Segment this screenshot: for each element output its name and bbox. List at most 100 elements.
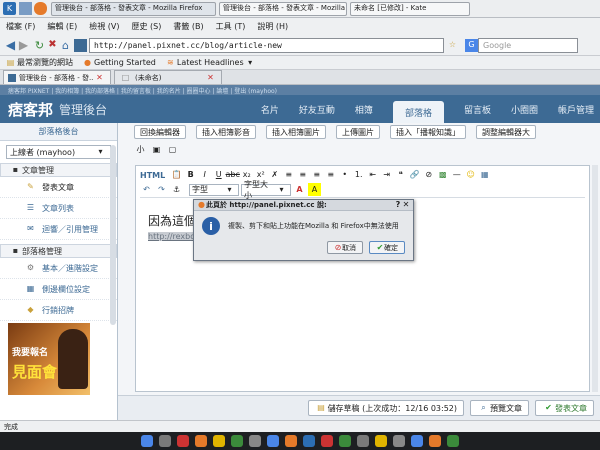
align-center-icon[interactable]: ≡ xyxy=(296,169,309,182)
redo-icon[interactable]: ↷ xyxy=(155,183,168,196)
image-icon[interactable]: ▩ xyxy=(436,169,449,182)
search-input[interactable]: Google xyxy=(478,37,578,53)
dock-icon[interactable] xyxy=(357,435,369,447)
anchor-icon[interactable]: ⚓ xyxy=(170,183,183,196)
dock-icon[interactable] xyxy=(393,435,405,447)
menu-tools[interactable]: 工具 (T) xyxy=(216,21,246,32)
menu-file[interactable]: 檔案 (F) xyxy=(6,21,35,32)
dock-icon[interactable] xyxy=(411,435,423,447)
section-article-management[interactable]: ▪ 文章管理 xyxy=(0,163,117,177)
unlink-icon[interactable]: ⊘ xyxy=(422,169,435,182)
numbered-list-icon[interactable]: 1. xyxy=(352,169,365,182)
dock-icon[interactable] xyxy=(249,435,261,447)
dock-icon[interactable] xyxy=(159,435,171,447)
ok-button[interactable]: ✔ 確定 xyxy=(369,241,405,254)
menu-view[interactable]: 檢視 (V) xyxy=(89,21,119,32)
firefox-launcher-icon[interactable] xyxy=(34,2,47,15)
site-logo[interactable]: 痞客邦 xyxy=(8,99,53,120)
outdent-icon[interactable]: ⇤ xyxy=(366,169,379,182)
forward-icon[interactable]: ▶ xyxy=(17,39,30,52)
dock-icon[interactable] xyxy=(447,435,459,447)
dock-icon[interactable] xyxy=(321,435,333,447)
indent-icon[interactable]: ⇥ xyxy=(380,169,393,182)
nav-groups[interactable]: 小圈圈 xyxy=(511,103,538,116)
sidebar-item-marketing[interactable]: ◆ 行銷招牌 xyxy=(0,300,117,321)
bookmark-most-visited[interactable]: 最常瀏覽的網站 xyxy=(17,57,73,68)
table-icon[interactable]: ▦ xyxy=(478,169,491,182)
dock-icon[interactable] xyxy=(231,435,243,447)
save-draft-button[interactable]: ▤ 儲存草稿 (上次成功：12/16 03:52) xyxy=(307,400,464,416)
nav-album[interactable]: 相簿 xyxy=(355,103,373,116)
search-engine-icon[interactable]: G xyxy=(465,38,478,52)
nav-guestbook[interactable]: 留言板 xyxy=(464,103,491,116)
menu-bookmarks[interactable]: 書籤 (B) xyxy=(173,21,203,32)
bg-color-icon[interactable]: A xyxy=(308,183,321,196)
close-tab-icon[interactable]: ✕ xyxy=(204,71,217,84)
italic-icon[interactable]: I xyxy=(198,169,211,182)
home-icon[interactable]: ⌂ xyxy=(59,39,72,52)
dock-icon[interactable] xyxy=(429,435,441,447)
resize-editor-button[interactable]: 調整編輯器大 xyxy=(476,125,536,139)
small-icon[interactable]: 小 xyxy=(134,143,147,156)
task-firefox[interactable]: 管理後台 - 部落格 - 發表文章 - Mozilla Firefox xyxy=(51,1,216,16)
dock-icon[interactable] xyxy=(195,435,207,447)
nav-friends[interactable]: 好友互動 xyxy=(299,103,335,116)
stop-icon[interactable]: ✖ xyxy=(46,39,59,52)
dock-icon[interactable] xyxy=(303,435,315,447)
desktop-icon[interactable] xyxy=(19,2,32,15)
insert-knowledge-button[interactable]: 插入「播報知識」 xyxy=(390,125,466,139)
reload-icon[interactable]: ↻ xyxy=(33,39,46,52)
quote-icon[interactable]: ❝ xyxy=(394,169,407,182)
text-color-icon[interactable]: A xyxy=(293,183,306,196)
task-kate[interactable]: 未命名 [已修改] - Kate xyxy=(350,1,470,16)
url-input[interactable]: http://panel.pixnet.cc/blog/article-new xyxy=(89,37,444,53)
sidebar-item-comments[interactable]: ✉ 迴響／引用管理 xyxy=(0,219,117,240)
underline-icon[interactable]: U xyxy=(212,169,225,182)
tab-active[interactable]: 管理後台 - 部落格 - 發... ✕ xyxy=(3,70,111,84)
dock-icon[interactable] xyxy=(285,435,297,447)
font-size-select[interactable]: 字型大小 ▾ xyxy=(241,180,291,200)
user-select[interactable]: 上線者 (mayhoo) ▾ xyxy=(6,145,111,159)
justify-icon[interactable]: ≡ xyxy=(324,169,337,182)
sidebar-item-sidebar-settings[interactable]: ▦ 側邊欄位設定 xyxy=(0,279,117,300)
menu-help[interactable]: 說明 (H) xyxy=(257,21,288,32)
dropdown-icon[interactable]: ▾ xyxy=(244,56,257,69)
close-tab-icon[interactable]: ✕ xyxy=(93,71,106,84)
dock-icon[interactable] xyxy=(177,435,189,447)
pixnet-topnav-links[interactable]: 痞客邦 PIXNET | 我的相簿 | 我的部落格 | 我的留言板 | 我的名片… xyxy=(8,86,277,95)
section-blog-management[interactable]: ▪ 部落格管理 xyxy=(0,244,117,258)
insert-image-button[interactable]: 插入相簿圖片 xyxy=(266,125,326,139)
publish-button[interactable]: ✔ 發表文章 xyxy=(535,400,594,416)
medium-icon[interactable]: ▣ xyxy=(150,143,163,156)
sidebar-item-article-list[interactable]: ☰ 文章列表 xyxy=(0,198,117,219)
nav-blog[interactable]: 部落格 xyxy=(392,101,444,123)
kde-menu-icon[interactable]: K xyxy=(3,2,16,15)
large-icon[interactable]: ▢ xyxy=(166,143,179,156)
dock-icon[interactable] xyxy=(141,435,153,447)
upload-image-button[interactable]: 上傳圖片 xyxy=(336,125,380,139)
dock-icon[interactable] xyxy=(339,435,351,447)
dock-icon[interactable] xyxy=(267,435,279,447)
switch-editor-button[interactable]: 回換編輯器 xyxy=(134,125,186,139)
sidebar-item-new-article[interactable]: ✎ 發表文章 xyxy=(0,177,117,198)
align-left-icon[interactable]: ≡ xyxy=(282,169,295,182)
preview-button[interactable]: ⌕ 預覽文章 xyxy=(470,400,529,416)
strikethrough-icon[interactable]: abc xyxy=(226,169,240,182)
dock-icon[interactable] xyxy=(213,435,225,447)
nav-account[interactable]: 帳戶管理 xyxy=(558,103,594,116)
smiley-icon[interactable]: ☺ xyxy=(464,169,477,182)
sidebar-item-settings[interactable]: ⚙ 基本／進階設定 xyxy=(0,258,117,279)
paste-icon[interactable]: 📋 xyxy=(170,169,183,182)
menu-history[interactable]: 歷史 (S) xyxy=(132,21,162,32)
font-select[interactable]: 字型 ▾ xyxy=(189,183,239,196)
sidebar-scrollbar[interactable] xyxy=(110,145,116,325)
link-icon[interactable]: 🔗 xyxy=(408,169,421,182)
task-firefox-2[interactable]: 管理後台 - 部落格 - 發表文章 - Mozilla ... xyxy=(219,1,347,16)
tab-untitled[interactable]: □ (未命名) ✕ xyxy=(114,70,222,84)
menu-edit[interactable]: 編輯 (E) xyxy=(47,21,77,32)
bold-icon[interactable]: B xyxy=(184,169,197,182)
bookmark-latest-headlines[interactable]: Latest Headlines xyxy=(177,58,244,67)
html-mode-button[interactable]: HTML xyxy=(140,171,165,180)
help-icon[interactable]: ? xyxy=(394,199,402,212)
dock-icon[interactable] xyxy=(375,435,387,447)
